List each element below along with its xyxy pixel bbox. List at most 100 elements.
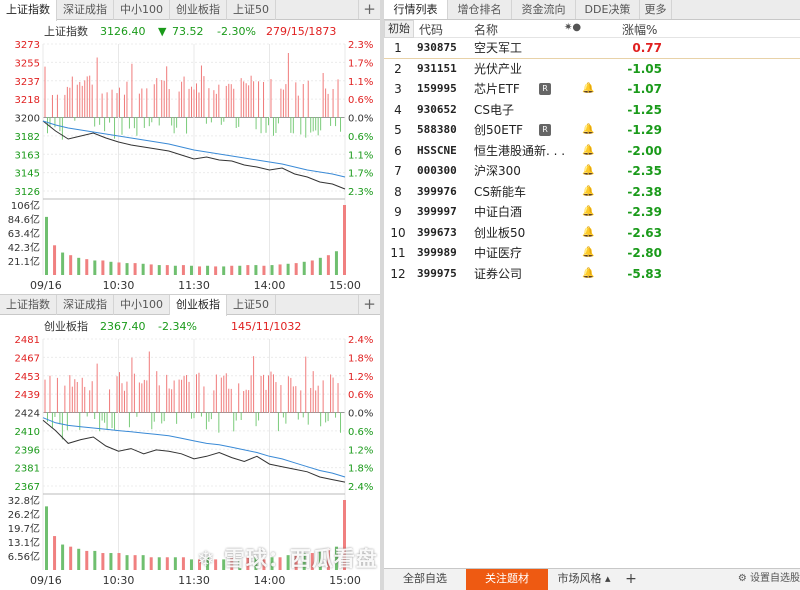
volume-bar (85, 259, 89, 275)
table-row[interactable]: 11 399989 中证医疗 🔔 -2.80 (384, 243, 800, 264)
bell-icon[interactable]: 🔔 (582, 141, 594, 161)
volume-bar (77, 257, 81, 275)
bell-icon[interactable]: 🔔 (582, 161, 594, 181)
volume-bar (302, 261, 306, 275)
y-tick-label-right: 0.6% (348, 95, 373, 106)
volume-bar (230, 265, 234, 275)
bell-icon[interactable]: 🔔 (582, 120, 594, 140)
y-tick-label-right: 1.2% (348, 445, 373, 456)
volume-tick-label: 106亿 (11, 199, 40, 212)
volume-bar (141, 555, 145, 570)
add-tab-button[interactable]: + (358, 295, 380, 314)
volume-bar (125, 555, 129, 570)
settings-watchlist-button[interactable]: ⚙ 设置自选股 (733, 569, 800, 590)
row-name: 中证白酒 (474, 205, 523, 219)
add-tab-button[interactable]: + (358, 0, 380, 19)
x-tick-label: 14:00 (254, 574, 286, 587)
volume-tick-label: 19.7亿 (8, 522, 40, 535)
tab-focus-topics[interactable]: 关注题材 (466, 569, 548, 590)
y-tick-label-right: 0.0% (348, 114, 373, 125)
y-tick-label-right: 1.8% (348, 353, 373, 364)
y-tick-label-left: 3273 (15, 40, 40, 51)
table-row[interactable]: 4 930652 CS电子 -1.25 (384, 100, 800, 121)
tab-chinext-index[interactable]: 创业板指 (170, 295, 227, 316)
volume-bar (165, 557, 169, 570)
tab-all-watchlist[interactable]: 全部自选 (384, 569, 466, 590)
table-row[interactable]: 9 399997 中证白酒 🔔 -2.39 (384, 202, 800, 223)
table-row[interactable]: 1 930875 空天军工 0.77 (384, 38, 800, 59)
table-row[interactable]: 8 399976 CS新能车 🔔 -2.38 (384, 182, 800, 203)
tab-chinext-index[interactable]: 创业板指 (170, 0, 227, 20)
tab-shanghai-index[interactable]: 上证指数 (0, 0, 57, 21)
tab-shenzhen-index[interactable]: 深证成指 (57, 295, 114, 315)
row-change-pct: -2.00 (627, 143, 662, 158)
tab-sme-100[interactable]: 中小100 (114, 295, 170, 315)
table-row[interactable]: 7 000300 沪深300 🔔 -2.35 (384, 161, 800, 182)
quote-rows: 1 930875 空天军工 0.77 2 931151 光伏产业 -1.05 3 159995 芯片… (384, 38, 800, 284)
volume-bar (326, 548, 330, 570)
tab-quote-list[interactable]: 行情列表 (384, 0, 448, 19)
volume-bar (318, 257, 322, 275)
volume-bar (343, 500, 346, 570)
table-row[interactable]: 6 HSSCNE 恒生港股通新. . . 🔔 -2.00 (384, 141, 800, 162)
y-tick-label-right: 1.1% (348, 150, 373, 161)
volume-bar (270, 265, 274, 275)
row-name: 中证医疗 (474, 246, 523, 260)
bell-icon[interactable]: 🔔 (582, 182, 594, 202)
intraday-chart-shanghai[interactable]: 上证指数 3126.40 ▼ 73.52 -2.30% 279/15/1873 … (0, 20, 380, 294)
row-name: 恒生港股通新. . . (474, 143, 566, 158)
row-change-pct: -2.38 (627, 184, 662, 199)
row-name: CS新能车 (474, 184, 526, 199)
chart-svg-chinext: 创业板指 2367.40 -2.34% 145/11/1032 2481 2.4%… (8, 319, 374, 587)
bell-icon[interactable]: 🔔 (582, 264, 594, 284)
tab-market-style[interactable]: 市场风格 ▴ (548, 569, 620, 590)
tab-sse-50[interactable]: 上证50 (227, 295, 276, 315)
y-tick-label-right: 2.3% (348, 40, 373, 51)
intraday-chart-chinext[interactable]: 创业板指 2367.40 -2.34% 145/11/1032 2481 2.4%… (0, 315, 380, 590)
row-index: 8 (394, 184, 402, 199)
table-row[interactable]: 12 399975 证券公司 🔔 -5.83 (384, 264, 800, 285)
column-header-change[interactable]: 涨幅% (622, 21, 657, 38)
tab-dde-decision[interactable]: DDE决策 (576, 0, 640, 19)
tab-shanghai-index[interactable]: 上证指数 (0, 295, 57, 315)
column-header-code[interactable]: 代码 (419, 21, 443, 38)
row-index: 5 (394, 123, 402, 137)
row-code: 159995 (417, 82, 457, 95)
table-row[interactable]: 2 931151 光伏产业 -1.05 (384, 59, 800, 80)
x-tick-label: 15:00 (329, 574, 361, 587)
tab-shenzhen-index[interactable]: 深证成指 (57, 0, 114, 20)
bell-icon[interactable]: 🔔 (582, 243, 594, 263)
bell-icon[interactable]: 🔔 (582, 79, 594, 99)
tab-sme-100[interactable]: 中小100 (114, 0, 170, 20)
chart-panel-shanghai: 上证指数 深证成指 中小100 创业板指 上证50 + 上证指数 3126.40… (0, 0, 380, 294)
y-tick-label-right: 0.6% (348, 390, 373, 401)
row-change-pct: -1.25 (627, 102, 662, 117)
volume-bar (165, 265, 169, 275)
volume-bar (181, 265, 185, 275)
table-row[interactable]: 3 159995 芯片ETF R 🔔 -1.07 (384, 79, 800, 100)
tab-more[interactable]: 更多 (640, 0, 672, 19)
table-row[interactable]: 10 399673 创业板50 🔔 -2.63 (384, 223, 800, 244)
add-watchlist-tab-button[interactable]: + (620, 569, 642, 590)
volume-bar (53, 245, 57, 275)
volume-bar (262, 265, 266, 275)
volume-bar (310, 260, 314, 275)
volume-bar (173, 557, 177, 570)
column-header-name[interactable]: 名称 (474, 21, 498, 38)
tab-fund-flow[interactable]: 资金流向 (512, 0, 576, 19)
chart-index-change-pct: -2.30% (217, 25, 256, 38)
volume-bar (149, 264, 153, 275)
tab-sse-50[interactable]: 上证50 (227, 0, 276, 20)
bell-icon[interactable]: 🔔 (582, 202, 594, 222)
x-tick-label: 10:30 (103, 279, 135, 292)
volume-bar (238, 265, 242, 275)
y-tick-label-left: 2467 (15, 353, 40, 364)
bell-icon[interactable]: 🔔 (582, 223, 594, 243)
y-tick-label-left: 3218 (15, 95, 40, 106)
table-row[interactable]: 5 588380 创50ETF R 🔔 -1.29 (384, 120, 800, 141)
row-code: 930652 (417, 102, 457, 116)
init-sort-button[interactable]: 初始 (384, 20, 414, 38)
chart-index-price: 3126.40 (100, 25, 146, 38)
tab-position-ranking[interactable]: 增仓排名 (448, 0, 512, 19)
row-index: 4 (394, 102, 402, 117)
